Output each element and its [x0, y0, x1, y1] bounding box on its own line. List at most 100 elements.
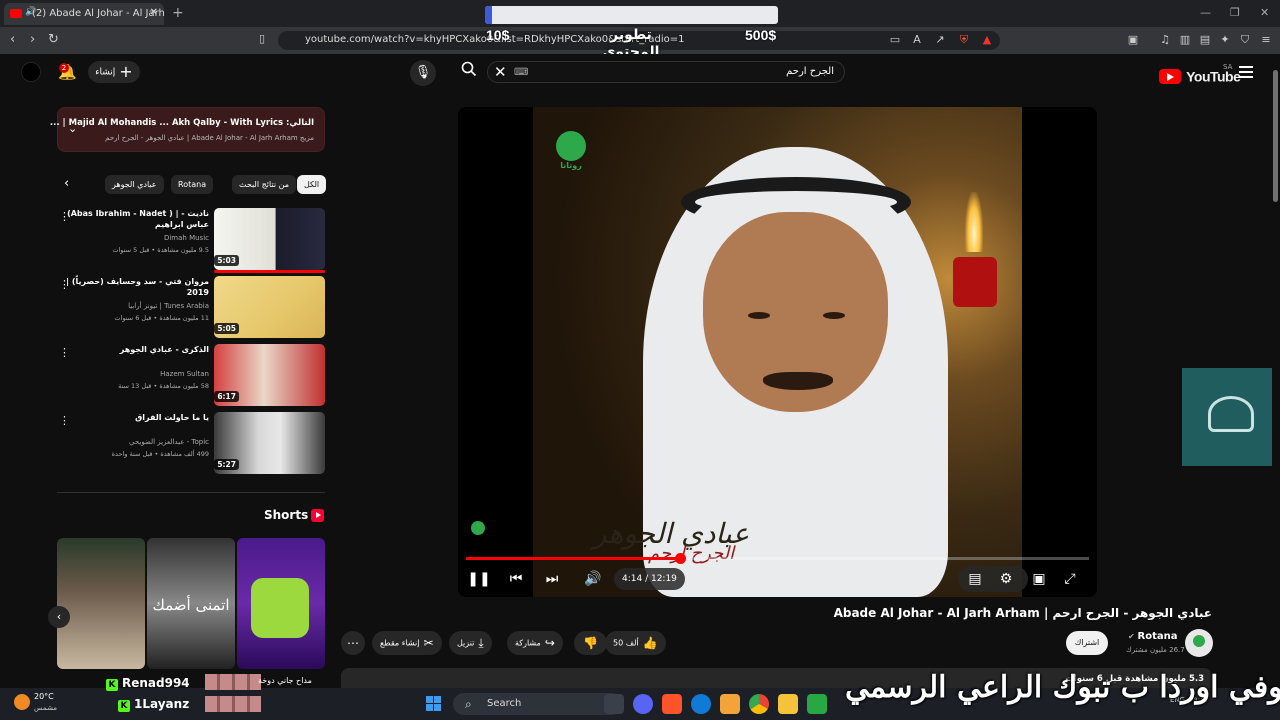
- video-player[interactable]: روتانا عبادي الجوهر الجرح ارحم ❚❚ ⏮ ⏭ 🔊 …: [458, 107, 1097, 597]
- reload-icon[interactable]: ↻: [48, 32, 59, 47]
- sidebar-icon[interactable]: ▥: [1178, 33, 1192, 47]
- scrollbar-thumb[interactable]: [1273, 70, 1278, 202]
- shorts-prev-button[interactable]: ‹: [48, 606, 70, 628]
- scissors-icon: ✂: [423, 636, 434, 650]
- list-item[interactable]: 5:27 يا ما حاولت الفراق عبدالعزيز الضويح…: [57, 412, 325, 474]
- more-options-icon[interactable]: ⋮: [59, 278, 70, 291]
- account-avatar[interactable]: [21, 62, 41, 82]
- dislike-button[interactable]: 👎: [574, 631, 607, 655]
- more-actions-button[interactable]: ⋯: [341, 631, 365, 655]
- more-options-icon[interactable]: ⋮: [59, 210, 70, 223]
- duration-badge: 6:17: [214, 391, 239, 402]
- video-meta: 9.5 مليون مشاهدة • قبل 5 سنوات: [112, 246, 209, 254]
- chrome-icon[interactable]: [749, 694, 769, 714]
- short-card[interactable]: [237, 538, 325, 669]
- create-label: إنشاء: [95, 67, 116, 78]
- chip-abade[interactable]: عبادي الجوهر: [105, 175, 164, 194]
- new-tab-icon[interactable]: +: [172, 5, 184, 21]
- video-meta: 499 ألف مشاهدة • قبل سنة واحدة: [111, 450, 209, 458]
- seek-bar[interactable]: [466, 553, 1089, 564]
- app-icon[interactable]: [720, 694, 740, 714]
- channel-name-main[interactable]: ✔ Rotana: [1128, 631, 1177, 642]
- mix-subtitle: مزيج Abade Al Johar - Al Jarh Arham | عب…: [105, 134, 314, 142]
- short-card[interactable]: [57, 538, 145, 669]
- screenshot-icon[interactable]: ▣: [1126, 33, 1140, 47]
- download-button[interactable]: تنزيل ⤓: [449, 631, 492, 655]
- create-button[interactable]: إنشاء +: [88, 61, 140, 83]
- file-explorer-icon[interactable]: [778, 694, 798, 714]
- channel-name-text: Rotana: [1137, 631, 1178, 642]
- app-icon[interactable]: [807, 694, 827, 714]
- close-window-icon[interactable]: ✕: [1260, 6, 1269, 19]
- taskbar-search[interactable]: ⌕ Search: [453, 693, 623, 715]
- miniplayer-icon[interactable]: ▣: [1027, 568, 1051, 590]
- share-page-icon[interactable]: ↗: [933, 33, 947, 47]
- mix-playlist-header[interactable]: ⌄ التالي: Majid Al Mohandis ... Akh Qalb…: [50, 107, 325, 152]
- media-icon[interactable]: ♫: [1158, 33, 1172, 47]
- short-caption: اتمنى أضمك: [152, 596, 230, 614]
- browser-tab[interactable]: 🔊 (2) Abade Al Johar - Al Jarh A ✕: [4, 3, 164, 25]
- forward-icon[interactable]: ›: [30, 32, 35, 47]
- translate-icon[interactable]: A: [910, 33, 924, 47]
- clip-button[interactable]: إنشاء مقطع ✂: [372, 631, 442, 655]
- minimize-icon[interactable]: —: [1200, 6, 1211, 19]
- keyboard-icon[interactable]: ⌨: [514, 67, 528, 78]
- chevron-left-icon[interactable]: ‹: [64, 176, 69, 191]
- share-icon: ↪: [544, 636, 555, 650]
- audio-playing-icon[interactable]: 🔊: [25, 7, 36, 17]
- maximize-icon[interactable]: ❐: [1230, 6, 1240, 19]
- task-view-icon[interactable]: [604, 694, 624, 714]
- channel-avatar[interactable]: [1185, 629, 1213, 657]
- brave-rewards-icon[interactable]: ▲: [980, 33, 994, 47]
- close-tab-icon[interactable]: ✕: [150, 7, 158, 18]
- list-item[interactable]: 5:05 مروان فتي - سد وحسايف (حصرياً) | 20…: [57, 276, 325, 338]
- video-title: ناديت - | ( Abas Ibrahim - Nadet) عباس ا…: [67, 209, 209, 229]
- edge-icon[interactable]: [691, 694, 711, 714]
- back-icon[interactable]: ‹: [10, 32, 15, 47]
- chip-from-search[interactable]: من نتائج البحث: [232, 175, 297, 194]
- clear-search-icon[interactable]: ✕: [494, 63, 507, 81]
- volume-icon[interactable]: 🔊: [581, 568, 605, 590]
- youtube-logo[interactable]: YouTube SA: [1159, 63, 1241, 85]
- subscribe-button[interactable]: اشتراك: [1066, 631, 1108, 655]
- chat-username: K 1Layanz: [118, 697, 189, 712]
- like-button[interactable]: 50 ألف 👍: [605, 631, 666, 655]
- hamburger-menu-icon[interactable]: [1239, 66, 1253, 78]
- video-title-main: عبادي الجوهر - الجرح ارحم | Abade Al Joh…: [833, 606, 1212, 620]
- short-card[interactable]: اتمنى أضمك: [147, 538, 235, 669]
- discord-icon[interactable]: [633, 694, 653, 714]
- list-item[interactable]: 6:17 الذكرى - عبادي الجوهر Hazem Sultan …: [57, 344, 325, 406]
- channel-name: Hazem Sultan: [160, 370, 209, 378]
- wallet-icon[interactable]: ▤: [1198, 33, 1212, 47]
- previous-icon[interactable]: ⏮: [504, 568, 528, 590]
- search-input[interactable]: ✕ ⌨ الجرح ارحم: [487, 61, 845, 83]
- floating-widget[interactable]: [1182, 368, 1280, 466]
- video-meta: 11 مليون مشاهدة • قبل 6 سنوات: [114, 314, 209, 322]
- cast-icon[interactable]: ▭: [888, 33, 902, 47]
- voice-search-icon[interactable]: 🎙: [410, 60, 436, 86]
- brave-icon[interactable]: [662, 694, 682, 714]
- seek-handle[interactable]: [674, 553, 686, 564]
- more-options-icon[interactable]: ⋮: [59, 414, 70, 427]
- share-label: مشاركة: [515, 638, 541, 648]
- chip-rotana[interactable]: Rotana: [171, 175, 214, 194]
- chip-all[interactable]: الكل: [297, 175, 327, 194]
- settings-gear-icon[interactable]: ⚙: [994, 568, 1018, 590]
- menu-icon[interactable]: ≡: [1259, 33, 1273, 47]
- vpn-icon[interactable]: ⛉: [1238, 33, 1252, 47]
- fullscreen-icon[interactable]: ⤢: [1058, 568, 1082, 590]
- share-button[interactable]: مشاركة ↪: [507, 631, 563, 655]
- more-options-icon[interactable]: ⋮: [59, 346, 70, 359]
- captions-icon[interactable]: ▤: [963, 568, 987, 590]
- leo-ai-icon[interactable]: ✦: [1218, 33, 1232, 47]
- channel-watermark-icon[interactable]: [466, 521, 490, 545]
- list-item[interactable]: 5:03 ناديت - | ( Abas Ibrahim - Nadet) ع…: [57, 208, 325, 273]
- divider: [57, 492, 325, 493]
- bookmark-icon[interactable]: ▯: [259, 32, 265, 45]
- brave-shield-icon[interactable]: ⛨: [957, 33, 971, 47]
- next-icon[interactable]: ⏭: [540, 568, 564, 590]
- search-icon[interactable]: [455, 61, 483, 83]
- pause-icon[interactable]: ❚❚: [467, 568, 491, 590]
- windows-start-icon[interactable]: [426, 696, 442, 712]
- youtube-favicon-icon: [10, 9, 22, 18]
